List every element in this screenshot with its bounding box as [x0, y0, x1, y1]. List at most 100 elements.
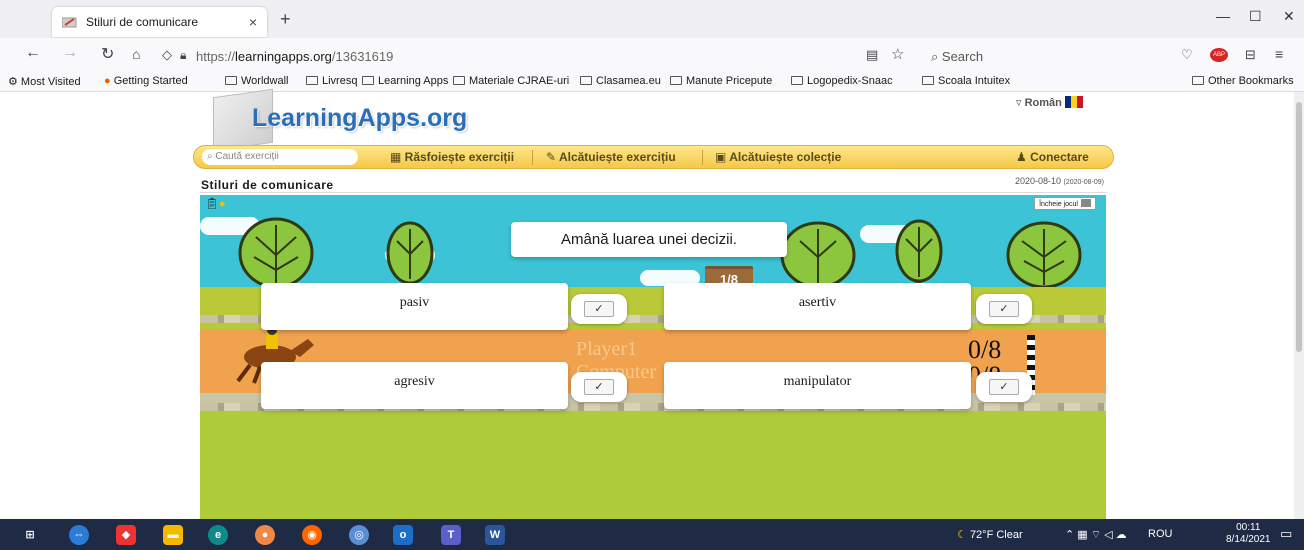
windows-taskbar: ⊞ ⇔ ◆ ▬ e ● ◉ ◎ o T W ☾ 72°F Clear ⌃ ▦ ⌔… — [0, 519, 1304, 550]
site-menubar: ⌕ Caută exerciții ▦ Răsfoiește exerciții… — [193, 145, 1114, 169]
page-scrollbar[interactable] — [1294, 92, 1304, 519]
folder-icon — [922, 76, 934, 85]
learningapps-favicon-icon — [62, 16, 78, 28]
question-card: Amână luarea unei decizii. — [511, 222, 787, 257]
reader-view-icon[interactable]: ▤ — [866, 47, 878, 63]
folder-icon — [670, 76, 682, 85]
navigation-toolbar: ← → ↻ ⌂ ◇ 🔒︎ https://learningapps.org/13… — [0, 38, 1304, 70]
check-button-pasiv[interactable]: ✓ — [571, 294, 627, 324]
romanian-flag-icon — [1064, 96, 1083, 108]
game-area[interactable]: 📋︎● Încheie jocul Player1 Computer 0/8 0… — [200, 195, 1106, 519]
bookmark-materiale-cjrae[interactable]: Materiale CJRAE-uri — [453, 75, 569, 87]
teamviewer-icon[interactable]: ⇔ — [69, 525, 89, 545]
anydesk-icon[interactable]: ◆ — [116, 525, 136, 545]
input-language[interactable]: ROU — [1148, 528, 1172, 540]
bookmark-most-visited[interactable]: ⚙ Most Visited — [8, 75, 81, 88]
bookmark-learning-apps[interactable]: Learning Apps — [362, 75, 448, 87]
check-button-asertiv[interactable]: ✓ — [976, 294, 1032, 324]
zoom-icon[interactable]: ◎ — [349, 525, 369, 545]
create-exercise-link[interactable]: ✎ Alcătuiește exercițiu — [546, 150, 676, 164]
bookmark-logopedix[interactable]: Logopedix-Snaac — [791, 75, 893, 87]
check-button-manipulator[interactable]: ✓ — [976, 372, 1032, 402]
language-selector[interactable]: ▿ Român — [1016, 96, 1083, 109]
clock[interactable]: 00:11 8/14/2021 — [1226, 522, 1271, 546]
grass-field — [200, 411, 1106, 519]
firefox-icon[interactable]: ◉ — [302, 525, 322, 545]
search-field[interactable]: ⌕ Search — [931, 49, 983, 65]
tray-icons[interactable]: ⌃ ▦ ⌔ ◁ ☁ — [1065, 528, 1127, 542]
help-icon[interactable]: 📋︎● — [205, 197, 226, 210]
search-placeholder: Search — [941, 49, 984, 64]
site-logo[interactable]: LearningApps.org — [252, 104, 467, 133]
bookmark-worldwall[interactable]: Worldwall — [225, 75, 288, 87]
forward-icon[interactable]: → — [62, 44, 78, 62]
folder-icon — [453, 76, 465, 85]
teams-icon[interactable]: T — [441, 525, 461, 545]
bookmark-livresq[interactable]: Livresq — [306, 75, 357, 87]
new-tab-button[interactable]: + — [280, 9, 291, 30]
home-icon[interactable]: ⌂ — [132, 46, 140, 62]
tab-bar: Stiluri de comunicare × + — ☐ ✕ — [0, 0, 1304, 38]
checkmark-icon: ✓ — [584, 379, 614, 395]
url-path: /13631619 — [331, 49, 394, 64]
bookmarks-toolbar: ⚙ Most Visited ● Getting Started Worldwa… — [0, 70, 1304, 92]
answer-card-pasiv[interactable]: pasiv — [261, 283, 568, 330]
windows-start-icon[interactable]: ⊞ — [20, 525, 40, 545]
file-explorer-icon[interactable]: ▬ — [163, 525, 183, 545]
back-icon[interactable]: ← — [25, 44, 41, 62]
menu-separator — [702, 150, 703, 165]
browse-exercises-link[interactable]: ▦ Răsfoiește exerciții — [390, 150, 514, 164]
menu-icon[interactable]: ≡ — [1275, 46, 1283, 62]
weather-widget[interactable]: ☾ 72°F Clear — [957, 528, 1023, 541]
moon-icon: ☾ — [957, 529, 967, 541]
folder-icon — [791, 76, 803, 85]
tab-title: Stiluri de comunicare — [86, 15, 199, 29]
publish-date: 2020-08-10 (2020-08-09) — [1014, 176, 1104, 186]
checkmark-icon: ✓ — [989, 379, 1019, 395]
browser-tab[interactable]: Stiluri de comunicare × — [52, 7, 267, 37]
answer-card-asertiv[interactable]: asertiv — [664, 283, 971, 330]
bookmark-other[interactable]: Other Bookmarks — [1192, 75, 1294, 87]
close-window-icon[interactable]: ✕ — [1283, 8, 1295, 25]
exercise-search-input[interactable]: ⌕ Caută exerciții — [202, 149, 358, 165]
url-host: learningapps.org — [235, 49, 332, 64]
page-title: Stiluri de comunicare — [201, 178, 334, 192]
maximize-icon[interactable]: ☐ — [1249, 8, 1262, 25]
divider — [200, 192, 1106, 193]
notifications-icon[interactable]: ▭ — [1280, 526, 1292, 542]
menu-separator — [532, 150, 533, 165]
url-field[interactable]: https://learningapps.org/13631619 — [196, 49, 393, 64]
reload-icon[interactable]: ↻ — [101, 44, 114, 64]
chrome-icon[interactable]: ● — [255, 525, 275, 545]
adblock-icon[interactable]: ABP — [1210, 48, 1228, 62]
checkmark-icon: ✓ — [584, 301, 614, 317]
folder-icon — [580, 76, 592, 85]
word-icon[interactable]: W — [485, 525, 505, 545]
create-collection-link[interactable]: ▣ Alcătuiește colecție — [715, 150, 841, 164]
bookmark-clasamea[interactable]: Clasamea.eu — [580, 75, 661, 87]
pocket-icon[interactable]: ♡ — [1181, 47, 1193, 63]
check-button-agresiv[interactable]: ✓ — [571, 372, 627, 402]
reader-list-icon[interactable]: ⊟ — [1245, 47, 1256, 63]
bookmark-scoala-intuitex[interactable]: Scoala Intuitex — [922, 75, 1010, 87]
checkmark-icon: ✓ — [989, 301, 1019, 317]
lock-icon[interactable]: 🔒︎ — [180, 48, 186, 63]
folder-icon — [225, 76, 237, 85]
bookmark-getting-started[interactable]: ● Getting Started — [104, 75, 188, 87]
answer-card-agresiv[interactable]: agresiv — [261, 362, 568, 409]
bookmark-star-icon[interactable]: ☆ — [891, 45, 904, 63]
tab-close-icon[interactable]: × — [249, 14, 257, 30]
outlook-icon[interactable]: o — [393, 525, 413, 545]
shield-icon[interactable]: ◇ — [162, 47, 172, 63]
edge-icon[interactable]: e — [208, 525, 228, 545]
minimize-icon[interactable]: — — [1216, 8, 1230, 24]
fullscreen-icon — [1081, 199, 1091, 207]
folder-icon — [1192, 76, 1204, 85]
folder-icon — [362, 76, 374, 85]
scrollbar-thumb[interactable] — [1296, 102, 1302, 352]
folder-icon — [306, 76, 318, 85]
bookmark-manute-pricepute[interactable]: Manute Pricepute — [670, 75, 772, 87]
end-game-button[interactable]: Încheie jocul — [1034, 197, 1096, 210]
answer-card-manipulator[interactable]: manipulator — [664, 362, 971, 409]
login-link[interactable]: ♟ Conectare — [1016, 150, 1089, 164]
